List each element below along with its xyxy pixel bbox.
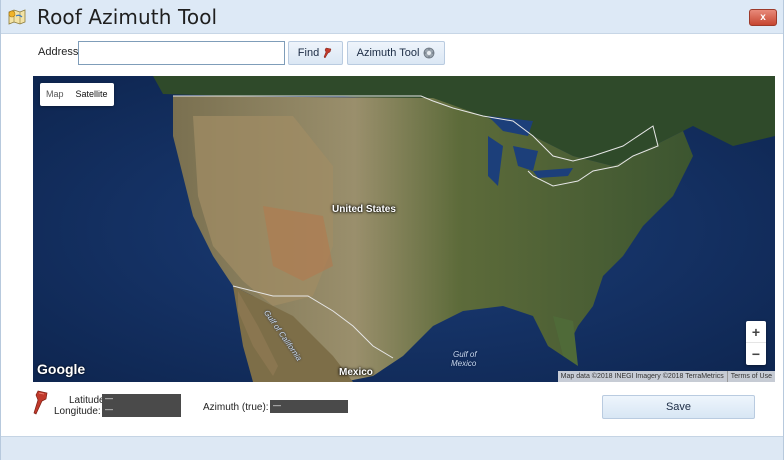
azimuth-tool-button[interactable]: Azimuth Tool <box>347 41 445 65</box>
find-button-label: Find <box>297 47 320 59</box>
map-type-selector[interactable]: Map Satellite <box>40 83 114 106</box>
map-label-gulf-mexico-1: Gulf of <box>453 350 477 359</box>
gear-icon <box>423 47 435 59</box>
map-data-credit: Map data ©2018 INEGI Imagery ©2018 Terra… <box>560 373 724 380</box>
map-type-map[interactable]: Map <box>40 83 70 106</box>
azimuth-label: Azimuth (true): <box>203 402 269 413</box>
azimuth-tool-label: Azimuth Tool <box>356 47 420 59</box>
longitude-value: — <box>102 405 181 417</box>
zoom-in-button[interactable]: + <box>746 321 766 343</box>
map-icon <box>8 9 26 25</box>
pushpin-icon <box>323 47 332 58</box>
zoom-out-button[interactable]: − <box>746 343 766 365</box>
app-window: Roof Azimuth Tool x Address: Find Azimut… <box>0 0 784 460</box>
find-button[interactable]: Find <box>288 41 343 65</box>
google-logo: Google <box>37 361 86 377</box>
window-title: Roof Azimuth Tool <box>37 5 218 29</box>
longitude-label: Longitude: <box>54 406 101 417</box>
save-button[interactable]: Save <box>602 395 755 419</box>
zoom-control: + − <box>746 321 766 365</box>
map-type-satellite[interactable]: Satellite <box>70 83 114 106</box>
map-label-gulf-mexico-2: Mexico <box>451 359 477 368</box>
close-button[interactable]: x <box>749 9 777 26</box>
map-label-country: United States <box>332 204 396 215</box>
title-bar: Roof Azimuth Tool x <box>1 0 783 34</box>
status-bar <box>1 436 783 460</box>
pushpin-icon <box>33 390 48 415</box>
address-input[interactable] <box>78 41 285 65</box>
satellite-imagery <box>33 76 775 382</box>
terms-of-use-link[interactable]: Terms of Use <box>726 371 775 382</box>
map-view[interactable]: Map Satellite United States Mexico Gulf … <box>33 76 775 382</box>
map-attribution: Map data ©2018 INEGI Imagery ©2018 Terra… <box>557 371 775 382</box>
map-label-mexico: Mexico <box>339 367 373 378</box>
azimuth-value: — <box>270 400 348 413</box>
address-label: Address: <box>38 46 82 58</box>
